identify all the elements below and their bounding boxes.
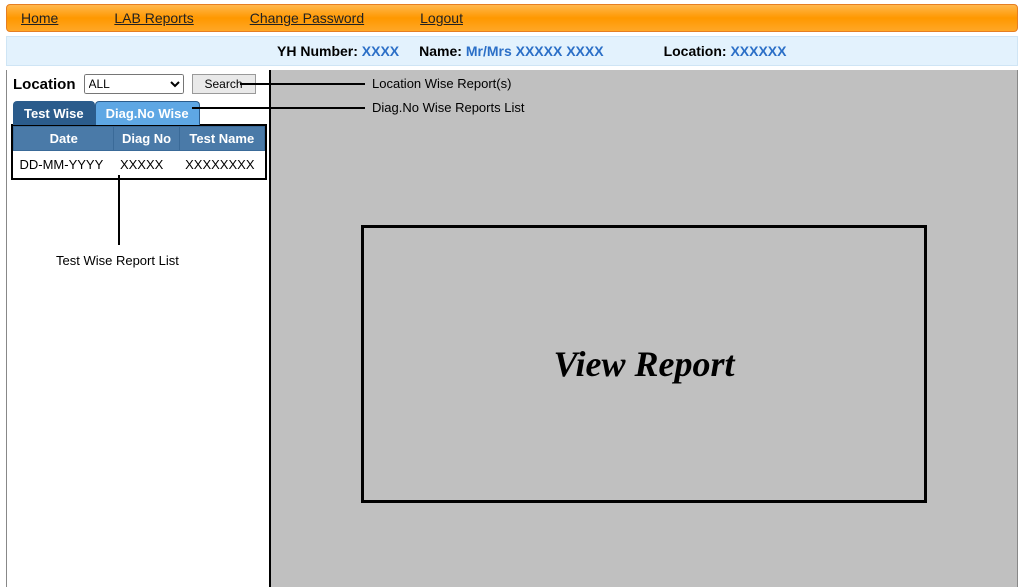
search-location-label: Location — [13, 76, 76, 93]
search-row: Location ALL Search — [7, 70, 269, 100]
cell-test-name: XXXXXXXX — [179, 151, 264, 179]
name-label: Name: — [419, 43, 462, 59]
main-area: Location ALL Search Test Wise Diag.No Wi… — [6, 70, 1018, 587]
location-select[interactable]: ALL — [84, 74, 184, 94]
col-test-name: Test Name — [179, 127, 264, 151]
nav-change-password[interactable]: Change Password — [250, 10, 364, 26]
search-button[interactable]: Search — [192, 74, 256, 94]
nav-lab-reports[interactable]: LAB Reports — [114, 10, 193, 26]
cell-diag-no: XXXXX — [114, 151, 179, 179]
nav-bar: Home LAB Reports Change Password Logout — [6, 4, 1018, 32]
name-value: Mr/Mrs XXXXX XXXX — [466, 43, 604, 59]
tabs: Test Wise Diag.No Wise — [7, 100, 269, 124]
cell-date: DD-MM-YYYY — [14, 151, 114, 179]
location-label: Location: — [664, 43, 727, 59]
view-report-title: View Report — [553, 343, 734, 385]
view-report-box: View Report — [361, 225, 927, 503]
yh-number-value: XXXX — [362, 43, 399, 59]
tab-diag-no-wise[interactable]: Diag.No Wise — [95, 101, 200, 125]
tab-test-wise[interactable]: Test Wise — [13, 101, 95, 125]
location-value: XXXXXX — [730, 43, 786, 59]
nav-logout[interactable]: Logout — [420, 10, 463, 26]
nav-home[interactable]: Home — [21, 10, 58, 26]
report-viewer-pane: View Report — [269, 70, 1017, 587]
left-pane: Location ALL Search Test Wise Diag.No Wi… — [7, 70, 269, 587]
info-bar: YH Number: XXXX Name: Mr/Mrs XXXXX XXXX … — [6, 36, 1018, 66]
yh-number-label: YH Number: — [277, 43, 358, 59]
table-row[interactable]: DD-MM-YYYY XXXXX XXXXXXXX — [14, 151, 265, 179]
report-table-wrap: Date Diag No Test Name DD-MM-YYYY XXXXX … — [11, 124, 267, 180]
col-date: Date — [14, 127, 114, 151]
report-table: Date Diag No Test Name DD-MM-YYYY XXXXX … — [13, 126, 265, 178]
col-diag-no: Diag No — [114, 127, 179, 151]
